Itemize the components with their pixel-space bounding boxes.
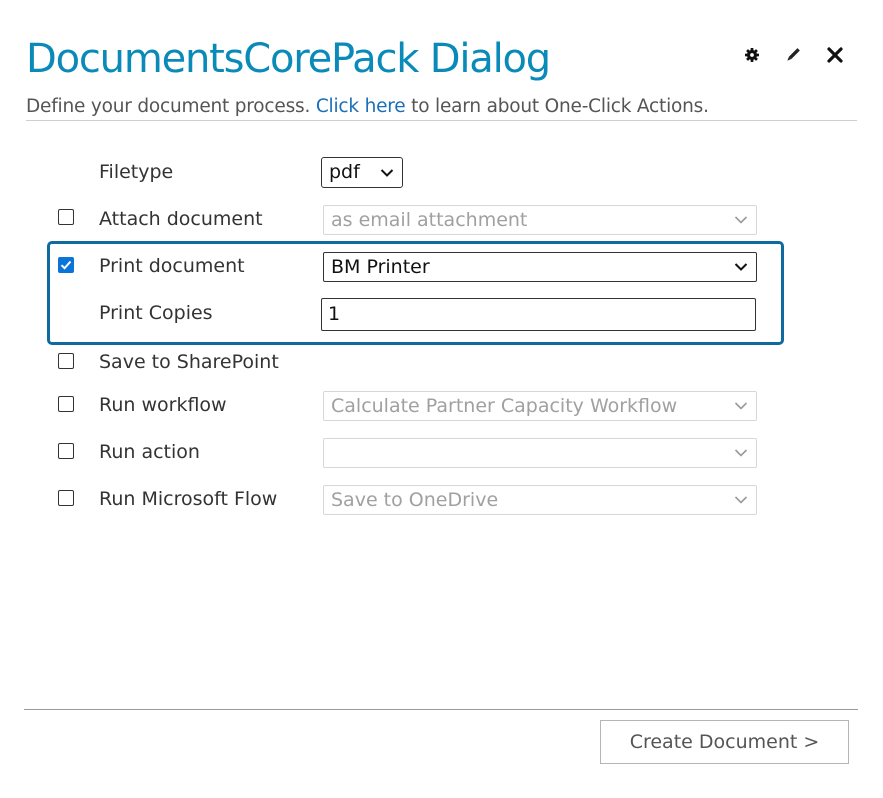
subtitle: Define your document process. Click here… [26,96,709,117]
dialog-title: DocumentsCorePack Dialog [26,36,551,82]
print-copies-label: Print Copies [99,302,213,324]
chevron-down-icon [734,402,748,410]
run-workflow-label: Run workflow [99,394,227,416]
microsoft-flow-select[interactable]: Save to OneDrive [323,485,757,515]
attach-document-checkbox[interactable] [58,209,74,225]
action-select[interactable] [323,438,757,468]
attach-document-label: Attach document [99,208,263,230]
filetype-label: Filetype [99,161,174,183]
attach-document-value: as email attachment [331,209,528,231]
subtitle-text-end: to learn about One-Click Actions. [405,96,709,117]
save-to-sharepoint-checkbox[interactable] [58,353,74,369]
chevron-down-icon [734,449,748,457]
checkmark-icon [60,260,72,270]
pencil-icon[interactable] [782,44,804,66]
print-copies-input[interactable]: 1 [321,298,756,331]
subtitle-text: Define your document process. [26,96,316,117]
gear-icon[interactable] [741,44,763,66]
save-to-sharepoint-label: Save to SharePoint [99,351,279,373]
run-workflow-checkbox[interactable] [58,396,74,412]
run-microsoft-flow-label: Run Microsoft Flow [99,488,278,510]
create-document-button[interactable]: Create Document > [600,720,849,764]
chevron-down-icon [734,263,748,271]
microsoft-flow-value: Save to OneDrive [331,489,499,511]
workflow-select[interactable]: Calculate Partner Capacity Workflow [323,391,757,421]
workflow-value: Calculate Partner Capacity Workflow [331,395,678,417]
run-action-label: Run action [99,441,200,463]
filetype-select[interactable]: pdf [321,157,403,188]
chevron-down-icon [380,169,394,177]
print-document-label: Print document [99,255,245,277]
run-microsoft-flow-checkbox[interactable] [58,490,74,506]
divider [26,120,857,121]
printer-select[interactable]: BM Printer [323,252,757,282]
filetype-value: pdf [329,161,360,183]
footer-divider [24,709,858,710]
close-icon[interactable] [824,44,846,66]
run-action-checkbox[interactable] [58,443,74,459]
chevron-down-icon [734,496,748,504]
chevron-down-icon [734,216,748,224]
attach-document-select[interactable]: as email attachment [323,205,757,235]
printer-value: BM Printer [331,256,430,278]
learn-more-link[interactable]: Click here [316,96,406,117]
print-document-checkbox[interactable] [58,257,74,273]
